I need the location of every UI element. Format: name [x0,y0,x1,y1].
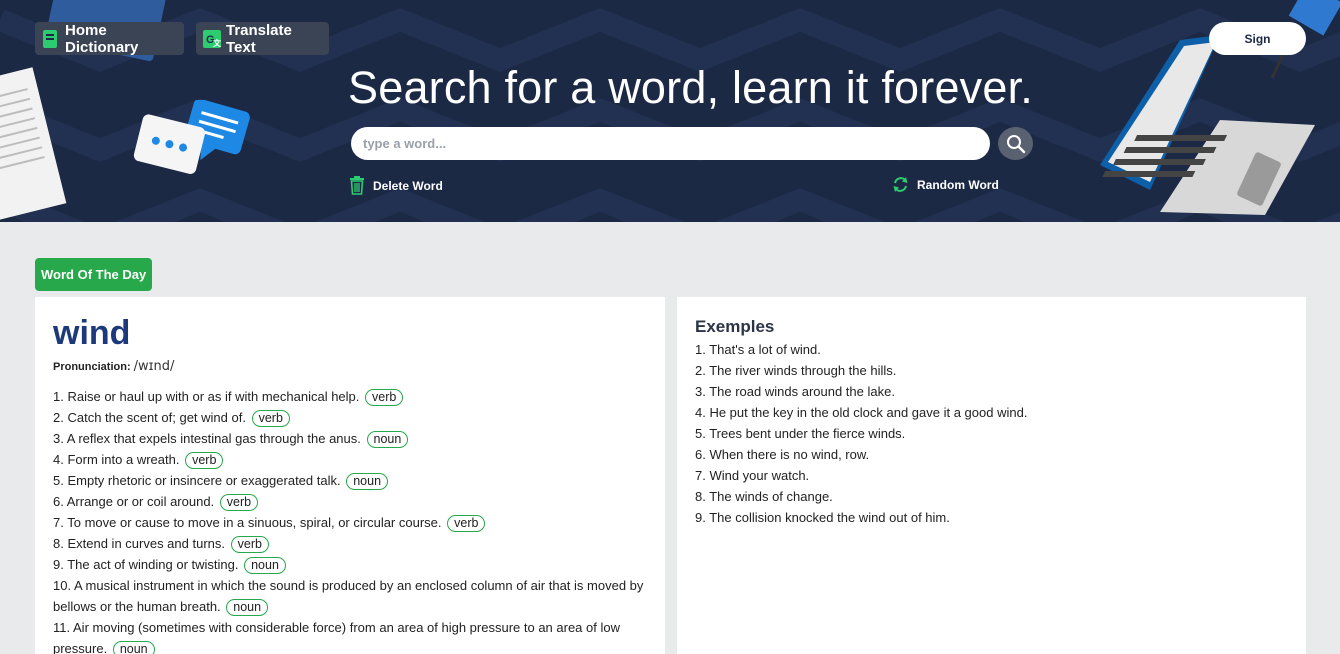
definition-card: wind Pronunciation: /wɪnd/ 1. Raise or h… [35,297,665,654]
example-item: 5. Trees bent under the fierce winds. [695,426,906,441]
pos-tag: noun [112,641,155,654]
word-title: wind [53,314,131,352]
pronunciation: Pronunciation: /wɪnd/ [53,359,647,374]
definition-item: 10. A musical instrument in which the so… [53,578,644,616]
examples-list: 1. That's a lot of wind. 2. The river wi… [695,339,1288,528]
chat-bubbles-icon [133,100,250,174]
pos-tag: verb [447,515,486,532]
definition-item: 3. A reflex that expels intestinal gas t… [53,428,647,449]
example-item: 6. When there is no wind, row. [695,447,870,462]
definition-item: 2. Catch the scent of; get wind of. verb [53,407,647,428]
search-input[interactable] [351,127,990,160]
example-item: 1. That's a lot of wind. [695,342,821,357]
definition-item: 7. To move or cause to move in a sinuous… [53,512,647,533]
definition-item: 1. Raise or haul up with or as if with m… [53,386,647,407]
definition-item: 9. The act of winding or twisting. noun [53,554,647,575]
example-item: 8. The winds of change. [695,489,833,504]
page-headline: Search for a word, learn it forever. [348,62,1034,113]
nav-translate-text[interactable]: G文 Translate Text [196,21,329,56]
definition-list: 1. Raise or haul up with or as if with m… [53,386,647,654]
header-banner: Home Dictionary G文 Translate Text Sign S… [0,0,1340,222]
definition-item: 5. Empty rhetoric or insincere or exagge… [53,470,647,491]
example-item: 2. The river winds through the hills. [695,363,897,378]
random-word-label: Random Word [917,177,999,192]
refresh-icon [893,177,908,192]
search-icon [1006,134,1025,153]
trash-icon [350,176,364,195]
pronunciation-label: Pronunciation: [53,361,131,373]
pos-tag: verb [185,452,224,469]
pos-tag: verb [230,536,269,553]
pos-tag: noun [366,431,409,448]
example-item: 7. Wind your watch. [695,468,810,483]
pos-tag: noun [244,557,286,574]
examples-card: Exemples 1. That's a lot of wind. 2. The… [677,297,1306,654]
search-button[interactable] [998,127,1033,160]
definition-item: 4. Form into a wreath. verb [53,449,647,470]
random-word-button[interactable]: Random Word [892,176,999,193]
pos-tag: verb [251,410,290,427]
word-of-the-day-badge: Word Of The Day [35,258,153,291]
example-item: 4. He put the key in the old clock and g… [695,405,1028,420]
definition-item: 8. Extend in curves and turns. verb [53,533,647,554]
sign-button[interactable]: Sign [1209,22,1306,55]
translate-icon: G文 [202,29,222,49]
pos-tag: verb [219,494,259,511]
nav-home-dictionary-label: Home Dictionary [65,21,139,56]
example-item: 9. The collision knocked the wind out of… [695,510,950,525]
delete-word-label: Delete Word [373,178,443,193]
svg-text:文: 文 [213,38,222,48]
nav-home-dictionary[interactable]: Home Dictionary [35,21,184,56]
pos-tag: noun [346,473,389,490]
nav-translate-text-label: Translate Text [226,21,292,56]
definition-item: 11. Air moving (sometimes with considera… [53,617,647,654]
book-icon [41,29,59,49]
pos-tag: noun [226,599,269,616]
pronunciation-value: /wɪnd/ [133,359,175,374]
delete-word-button[interactable]: Delete Word [349,176,443,195]
definition-item: 6. Arrange or or coil around. verb [53,491,647,512]
example-item: 3. The road winds around the lake. [695,384,895,399]
pos-tag: verb [365,389,404,406]
examples-title: Exemples [695,317,775,336]
